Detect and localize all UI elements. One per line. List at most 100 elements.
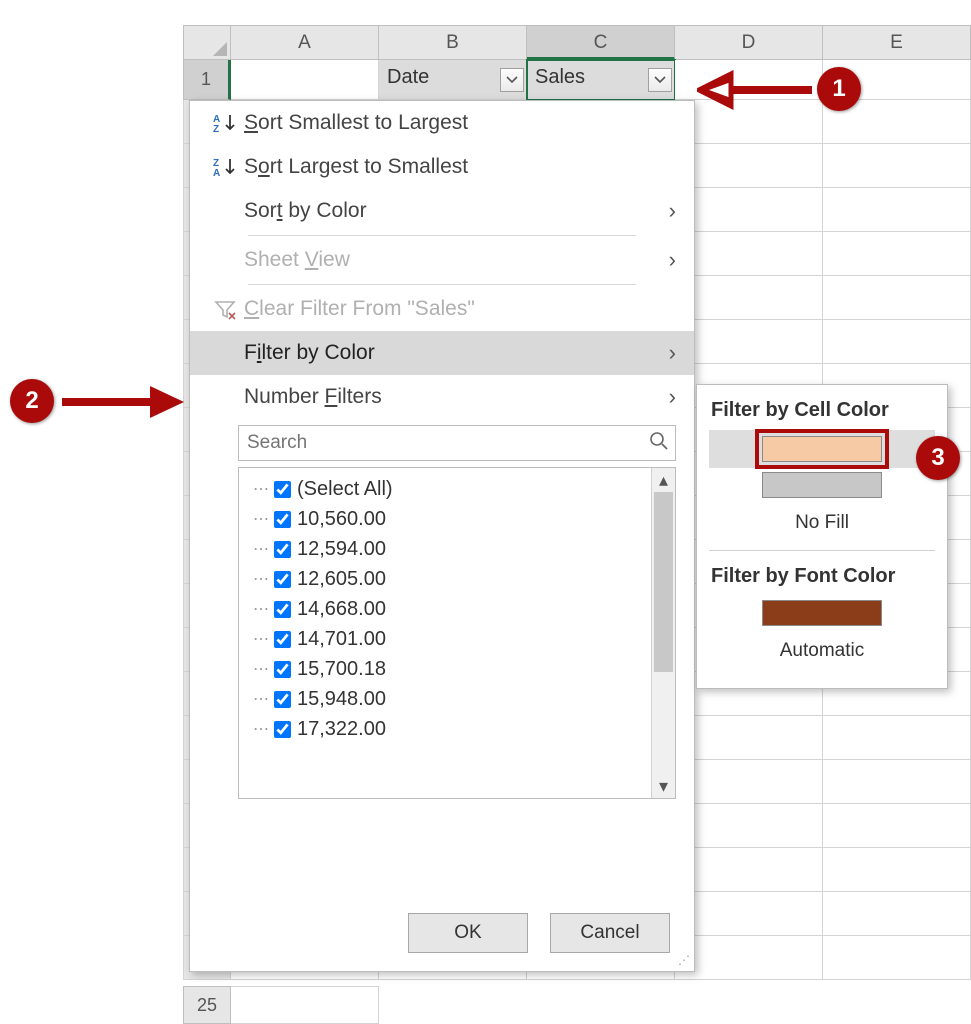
automatic-option[interactable]: Automatic <box>709 630 935 674</box>
checkbox[interactable] <box>274 601 291 618</box>
tree-item[interactable]: ⋯15,700.18 <box>243 654 647 684</box>
sheet-view: Sheet View › <box>190 238 694 282</box>
checkbox[interactable] <box>274 631 291 648</box>
row-header-1[interactable]: 1 <box>183 60 231 100</box>
col-header-C[interactable]: C <box>527 25 675 60</box>
value-label: 17,322.00 <box>297 718 386 741</box>
arrow-1-icon <box>697 70 815 110</box>
value-label: 12,594.00 <box>297 538 386 561</box>
chevron-right-icon: › <box>669 384 676 410</box>
color-swatch <box>762 600 882 626</box>
scrollbar[interactable]: ▴ ▾ <box>651 468 675 798</box>
column-headers: A B C D E <box>183 25 971 60</box>
checkbox[interactable] <box>274 721 291 738</box>
callout-2: 2 <box>10 379 54 423</box>
cell-A25[interactable] <box>231 986 379 1024</box>
chevron-right-icon: › <box>669 198 676 224</box>
funnel-clear-icon <box>206 298 244 320</box>
sheet-view-label: Sheet View <box>244 248 678 272</box>
filter-dropdown-menu: AZ Sort Smallest to Largest ZA Sort Larg… <box>189 100 695 972</box>
sort-ascending[interactable]: AZ Sort Smallest to Largest <box>190 101 694 145</box>
col-header-D[interactable]: D <box>675 25 823 60</box>
callout-3: 3 <box>916 436 960 480</box>
color-swatch <box>762 472 882 498</box>
tree-item[interactable]: ⋯10,560.00 <box>243 504 647 534</box>
cell-A1[interactable] <box>231 60 379 100</box>
dialog-buttons: OK Cancel <box>408 913 670 953</box>
font-color-option-1[interactable] <box>709 596 935 630</box>
row-25: 25 <box>183 986 379 1024</box>
checkbox-select-all[interactable] <box>274 481 291 498</box>
clear-filter: Clear Filter From "Sales" <box>190 287 694 331</box>
resize-grip-icon[interactable]: ⋰ <box>678 953 690 967</box>
no-fill-option[interactable]: No Fill <box>709 502 935 546</box>
value-label: 12,605.00 <box>297 568 386 591</box>
col-header-A[interactable]: A <box>231 25 379 60</box>
scroll-thumb[interactable] <box>654 492 673 672</box>
color-swatch <box>762 436 882 462</box>
sort-by-color[interactable]: Sort by Color › <box>190 189 694 233</box>
separator <box>248 284 636 285</box>
search-icon <box>649 431 669 456</box>
chevron-right-icon: › <box>669 247 676 273</box>
scroll-up-icon[interactable]: ▴ <box>652 468 675 492</box>
clear-filter-label: Clear Filter From "Sales" <box>244 297 678 321</box>
tree-item[interactable]: ⋯14,668.00 <box>243 594 647 624</box>
filter-by-color[interactable]: Filter by Color › <box>190 331 694 375</box>
cell-B1-text: Date <box>387 66 429 88</box>
cell-color-option-1[interactable] <box>709 430 935 468</box>
filter-search[interactable] <box>238 425 676 461</box>
checkbox[interactable] <box>274 541 291 558</box>
number-filters[interactable]: Number Filters › <box>190 375 694 419</box>
value-label: 15,700.18 <box>297 658 386 681</box>
sort-descending[interactable]: ZA Sort Largest to Smallest <box>190 145 694 189</box>
search-input[interactable] <box>245 431 649 455</box>
filter-by-color-submenu: Filter by Cell Color No Fill Filter by F… <box>696 384 948 689</box>
chevron-right-icon: › <box>669 340 676 366</box>
col-header-B[interactable]: B <box>379 25 527 60</box>
cancel-button[interactable]: Cancel <box>550 913 670 953</box>
filter-values-panel: ⋯ (Select All) ⋯10,560.00 ⋯12,594.00 ⋯12… <box>238 467 676 799</box>
filter-button-date[interactable] <box>500 68 524 92</box>
select-all-corner[interactable] <box>183 25 231 60</box>
tree-item[interactable]: ⋯17,322.00 <box>243 714 647 744</box>
checkbox[interactable] <box>274 661 291 678</box>
tree-item-select-all[interactable]: ⋯ (Select All) <box>243 474 647 504</box>
col-header-E[interactable]: E <box>823 25 971 60</box>
separator <box>248 235 636 236</box>
cell-C1-text: Sales <box>535 66 585 88</box>
value-label: 10,560.00 <box>297 508 386 531</box>
ok-button[interactable]: OK <box>408 913 528 953</box>
value-label: 14,701.00 <box>297 628 386 651</box>
callout-1: 1 <box>817 67 861 111</box>
tree-item[interactable]: ⋯15,948.00 <box>243 684 647 714</box>
cell-color-option-2[interactable] <box>709 468 935 502</box>
select-all-label: (Select All) <box>297 478 393 501</box>
tree-item[interactable]: ⋯12,594.00 <box>243 534 647 564</box>
svg-text:Z: Z <box>213 124 219 134</box>
scroll-down-icon[interactable]: ▾ <box>652 774 675 798</box>
value-label: 15,948.00 <box>297 688 386 711</box>
row-header-25[interactable]: 25 <box>183 986 231 1024</box>
filter-button-sales[interactable] <box>648 68 672 92</box>
filter-by-font-color-title: Filter by Font Color <box>709 561 935 596</box>
sort-by-color-label: Sort by Color <box>244 199 678 223</box>
filter-by-color-label: Filter by Color <box>244 341 678 365</box>
sort-desc-label: Sort Largest to Smallest <box>244 155 678 179</box>
checkbox[interactable] <box>274 511 291 528</box>
tree-item[interactable]: ⋯14,701.00 <box>243 624 647 654</box>
checkbox[interactable] <box>274 691 291 708</box>
checkbox[interactable] <box>274 571 291 588</box>
svg-text:A: A <box>213 168 220 178</box>
tree-item[interactable]: ⋯12,605.00 <box>243 564 647 594</box>
filter-by-cell-color-title: Filter by Cell Color <box>709 395 935 430</box>
number-filters-label: Number Filters <box>244 385 678 409</box>
sort-asc-label: Sort Smallest to Largest <box>244 111 678 135</box>
arrow-2-icon <box>58 384 186 420</box>
filter-values-tree[interactable]: ⋯ (Select All) ⋯10,560.00 ⋯12,594.00 ⋯12… <box>239 468 651 798</box>
sort-asc-icon: AZ <box>206 112 244 134</box>
separator <box>709 550 935 551</box>
cell-B1[interactable]: Date <box>379 60 527 100</box>
sort-desc-icon: ZA <box>206 156 244 178</box>
cell-C1[interactable]: Sales <box>527 60 675 100</box>
